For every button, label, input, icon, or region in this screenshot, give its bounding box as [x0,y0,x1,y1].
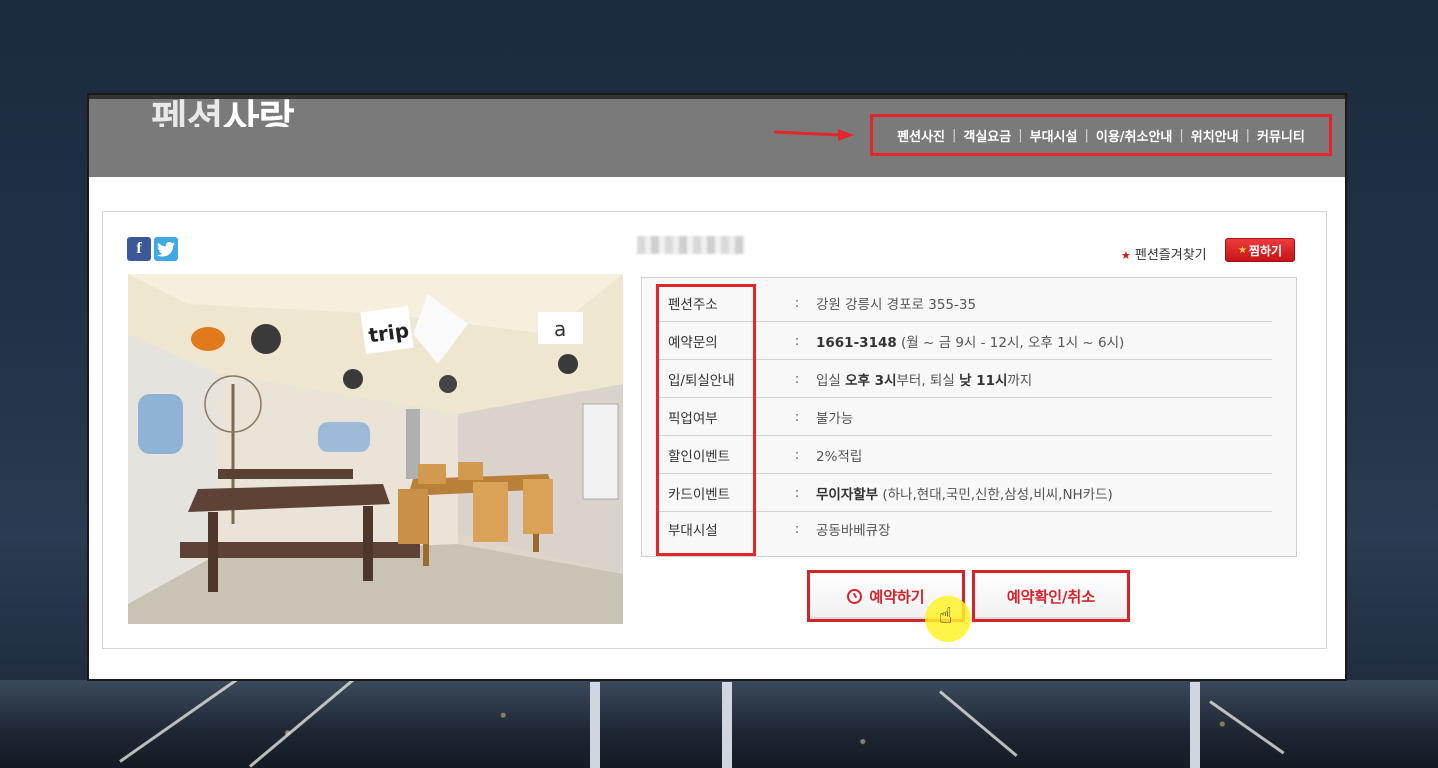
reserve-button[interactable]: 예약하기 [807,570,965,622]
logo-text-a: 펜션 [151,97,224,127]
info-row-card-event: 카드이벤트 : 무이자할부 (하나,현대,국민,신한,삼성,비씨,NH카드) [656,474,1272,512]
bridge-tower [722,682,732,768]
info-value: 강원 강릉시 경포로 355-35 [816,296,977,313]
info-row-pickup: 픽업여부 : 불가능 [656,398,1272,436]
info-colon: : [794,446,800,463]
info-value: 무이자할부 (하나,현대,국민,신한,삼성,비씨,NH카드) [816,486,1113,503]
star-icon: ★ [1237,244,1247,256]
info-row-address: 펜션주소 : 강원 강릉시 경포로 355-35 [656,284,1272,322]
info-value: 불가능 [816,410,854,427]
info-colon: : [794,294,800,311]
svg-text:a: a [554,317,566,341]
info-label: 부대시설 [668,522,718,539]
nav-item-usage-cancel[interactable]: 이용/취소안내 [1096,126,1173,145]
phone-number: 1661-3148 [816,334,897,351]
info-label: 펜션주소 [668,296,718,313]
nav-item-community[interactable]: 커뮤니티 [1257,126,1305,145]
info-value: 1661-3148 (월 ~ 금 9시 - 12시, 오후 1시 ~ 6시) [816,334,1125,351]
info-label: 예약문의 [668,334,718,351]
site-header: 펜션사랑 펜션사진 | 객실요금 | 부대시설 | 이용/취소안내 | 위치안내… [89,95,1345,177]
info-label: 입/퇴실안내 [668,372,735,389]
info-value: 공동바베큐장 [816,522,891,539]
info-row-discount: 할인이벤트 : 2%적립 [656,436,1272,474]
info-colon: : [794,484,800,501]
facebook-icon[interactable]: f [127,237,151,261]
pension-name-blurred [637,236,745,254]
pension-photo[interactable]: trip a [128,274,623,624]
reservation-confirm-cancel-button[interactable]: 예약확인/취소 [972,570,1130,622]
info-row-facilities: 부대시설 : 공동바베큐장 [656,510,1272,547]
browser-window: 펜션사랑 펜션사진 | 객실요금 | 부대시설 | 이용/취소안내 | 위치안내… [87,93,1347,681]
nav-item-location[interactable]: 위치안내 [1191,126,1239,145]
wishlist-button[interactable]: ★ 찜하기 [1225,238,1295,262]
annotation-arrow-icon [774,129,854,141]
logo-text-b: 사랑 [222,97,295,127]
info-row-checkin: 입/퇴실안내 : 입실 오후 3시부터, 퇴실 낮 11시까지 [656,360,1272,398]
twitter-icon[interactable] [154,237,178,261]
pension-info-table: 펜션주소 : 강원 강릉시 경포로 355-35 예약문의 : 1661-314… [641,277,1297,557]
info-colon: : [794,370,800,387]
pension-detail-panel: f trip a ★ 펜션즐겨찾기 ★ 찜하기 펜션주소: 강원 강릉시 경포… [102,211,1327,649]
nav-separator: | [1018,127,1023,143]
info-value: 입실 오후 3시부터, 퇴실 낮 11시까지 [816,372,1033,389]
nav-item-photos[interactable]: 펜션사진 [897,126,945,145]
main-navigation: 펜션사진 | 객실요금 | 부대시설 | 이용/취소안내 | 위치안내 | 커뮤… [870,114,1332,156]
info-colon: : [794,332,800,349]
nav-separator: | [952,127,957,143]
info-row-contact: 예약문의 : 1661-3148 (월 ~ 금 9시 - 12시, 오후 1시 … [656,322,1272,360]
clock-icon [847,588,863,604]
nav-separator: | [1179,127,1184,143]
pension-photo-illustration: trip a [128,274,623,624]
nav-item-facilities[interactable]: 부대시설 [1030,126,1078,145]
info-colon: : [794,408,800,425]
star-icon: ★ [1121,249,1131,262]
info-label: 픽업여부 [668,410,718,427]
bridge-tower [590,682,600,768]
nav-separator: | [1245,127,1250,143]
info-colon: : [794,520,800,537]
site-logo[interactable]: 펜션사랑 [151,87,294,127]
favorite-label[interactable]: ★ 펜션즐겨찾기 [1121,244,1207,263]
bridge-tower [1190,682,1200,768]
info-label: 카드이벤트 [668,486,731,503]
nav-separator: | [1084,127,1089,143]
info-label: 할인이벤트 [668,448,731,465]
info-value: 2%적립 [816,448,863,465]
nav-item-rates[interactable]: 객실요금 [963,126,1011,145]
social-share: f [127,237,178,261]
